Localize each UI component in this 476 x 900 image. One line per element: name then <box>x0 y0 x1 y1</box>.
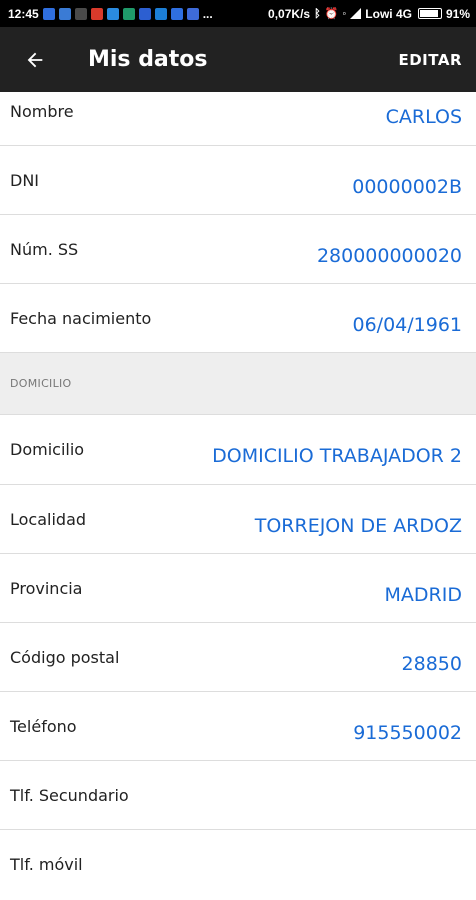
row-localidad: Localidad TORREJON DE ARDOZ <box>0 485 476 554</box>
field-label: Provincia <box>10 579 83 598</box>
status-bar: 12:45 ... 0,07K/s ᛒ ⏰ ◦ Lowi 4G 91% <box>0 0 476 27</box>
wifi-off-icon: ◦ <box>342 7 347 20</box>
app-bar: Mis datos EDITAR <box>0 27 476 92</box>
notification-app-icon <box>90 7 103 20</box>
notification-app-icon <box>170 7 183 20</box>
net-speed: 0,07K/s <box>268 6 311 21</box>
profile-list[interactable]: Nombre CARLOS DNI 00000002B Núm. SS 2800… <box>0 92 476 900</box>
battery-level: 91% <box>445 6 470 21</box>
field-value: CARLOS <box>385 106 462 128</box>
notification-app-icon <box>138 7 151 20</box>
field-label: Localidad <box>10 510 87 529</box>
status-time: 12:45 <box>8 6 39 21</box>
field-value: DOMICILIO TRABAJADOR 2 <box>212 445 462 467</box>
row-tlf-movil: Tlf. móvil <box>0 830 476 900</box>
alarm-icon: ⏰ <box>324 8 339 20</box>
field-value: 06/04/1961 <box>352 314 462 336</box>
row-num-ss: Núm. SS 280000000020 <box>0 215 476 284</box>
row-telefono: Teléfono 915550002 <box>0 692 476 761</box>
field-value: TORREJON DE ARDOZ <box>254 515 462 537</box>
notification-app-icon <box>58 7 71 20</box>
row-tlf-secundario: Tlf. Secundario <box>0 761 476 830</box>
field-label: Núm. SS <box>10 240 79 259</box>
field-value: 00000002B <box>352 176 462 198</box>
row-fecha-nacimiento: Fecha nacimiento 06/04/1961 <box>0 284 476 353</box>
field-label: Tlf. móvil <box>10 855 83 874</box>
row-dni: DNI 00000002B <box>0 146 476 215</box>
bluetooth-icon: ᛒ <box>314 7 321 20</box>
field-label: Nombre <box>10 102 74 121</box>
notification-app-icon <box>106 7 119 20</box>
field-value: 915550002 <box>353 722 462 744</box>
back-arrow-icon[interactable] <box>22 47 48 73</box>
field-label: Fecha nacimiento <box>10 309 152 328</box>
page-title: Mis datos <box>88 47 208 72</box>
row-nombre: Nombre CARLOS <box>0 92 476 146</box>
section-header-domicilio: DOMICILIO <box>0 353 476 415</box>
notification-app-icon <box>42 7 55 20</box>
section-title: DOMICILIO <box>10 377 72 390</box>
field-label: Domicilio <box>10 440 85 459</box>
carrier-label: Lowi 4G <box>365 6 412 21</box>
more-notifications: ... <box>202 6 213 21</box>
notification-app-icon <box>154 7 167 20</box>
field-label: Teléfono <box>10 717 77 736</box>
status-left: 12:45 ... <box>8 7 213 21</box>
field-label: Código postal <box>10 648 120 667</box>
signal-icon <box>350 8 362 19</box>
field-value: 280000000020 <box>316 245 462 267</box>
row-domicilio: Domicilio DOMICILIO TRABAJADOR 2 <box>0 415 476 485</box>
field-value: MADRID <box>384 584 462 606</box>
edit-button[interactable]: EDITAR <box>398 51 462 69</box>
field-value: 28850 <box>401 653 462 675</box>
field-label: DNI <box>10 171 40 190</box>
field-label: Tlf. Secundario <box>10 786 129 805</box>
notification-app-icon <box>186 7 199 20</box>
notification-app-icon <box>74 7 87 20</box>
row-provincia: Provincia MADRID <box>0 554 476 623</box>
notification-app-icon <box>122 7 135 20</box>
status-right: 0,07K/s ᛒ ⏰ ◦ Lowi 4G 91% <box>268 7 470 21</box>
battery-icon <box>417 8 442 19</box>
row-codigo-postal: Código postal 28850 <box>0 623 476 692</box>
